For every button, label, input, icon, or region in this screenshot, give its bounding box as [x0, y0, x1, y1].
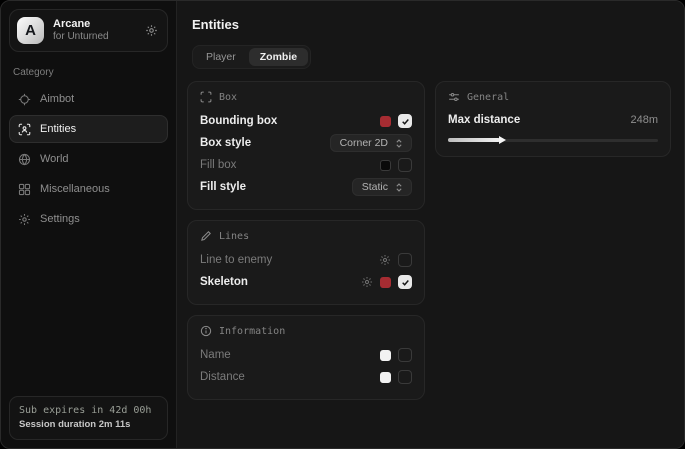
setting-row: Name: [200, 344, 412, 366]
globe-icon: [18, 153, 31, 166]
sidebar-item-aimbot[interactable]: Aimbot: [9, 85, 168, 113]
section-title: General: [467, 92, 509, 103]
sidebar-item-label: Miscellaneous: [40, 183, 110, 195]
sliders-icon: [448, 91, 460, 103]
checkbox-unchecked[interactable]: [398, 370, 412, 384]
setting-row: Skeleton: [200, 271, 412, 293]
setting-label: Fill box: [200, 159, 236, 171]
box-style-dropdown[interactable]: Corner 2D: [330, 134, 412, 152]
entity-type-tabs: Player Zombie: [192, 45, 311, 69]
brand-name: Arcane: [53, 18, 136, 31]
dropdown-value: Corner 2D: [340, 137, 388, 149]
gear-icon[interactable]: [379, 254, 391, 266]
max-distance-slider[interactable]: [448, 135, 658, 145]
color-swatch[interactable]: [380, 277, 391, 288]
section-title: Information: [219, 326, 285, 337]
general-section: General Max distance 248m: [435, 81, 671, 157]
sidebar-item-label: Entities: [40, 123, 76, 135]
setting-label: Name: [200, 349, 231, 361]
information-section: Information Name Distance: [187, 315, 425, 400]
brand-logo: A: [17, 17, 44, 44]
app-window: A Arcane for Unturned Category A: [0, 0, 685, 449]
checkbox-checked[interactable]: [398, 275, 412, 289]
gear-icon[interactable]: [145, 24, 158, 37]
setting-label: Skeleton: [200, 276, 248, 288]
grid-icon: [18, 183, 31, 196]
gear-icon: [18, 213, 31, 226]
section-title: Lines: [219, 231, 249, 242]
fill-style-dropdown[interactable]: Static: [352, 178, 412, 196]
sidebar: A Arcane for Unturned Category A: [1, 1, 177, 448]
sidebar-item-settings[interactable]: Settings: [9, 205, 168, 233]
slider-value: 248m: [630, 114, 658, 126]
checkbox-unchecked[interactable]: [398, 158, 412, 172]
category-label: Category: [13, 67, 164, 78]
setting-row: Line to enemy: [200, 249, 412, 271]
sidebar-item-label: World: [40, 153, 69, 165]
tab-player[interactable]: Player: [195, 48, 247, 66]
setting-label: Line to enemy: [200, 254, 272, 266]
sidebar-item-world[interactable]: World: [9, 145, 168, 173]
subscription-expiry: Sub expires in 42d 00h: [19, 404, 158, 419]
slider-handle[interactable]: [499, 136, 506, 144]
checkbox-checked[interactable]: [398, 114, 412, 128]
subscription-card: Sub expires in 42d 00h Session duration …: [9, 396, 168, 440]
brand-card: A Arcane for Unturned: [9, 9, 168, 52]
main-panel: Entities Player Zombie Box: [177, 1, 684, 448]
gear-icon[interactable]: [361, 276, 373, 288]
slider-fill: [448, 138, 500, 142]
color-swatch[interactable]: [380, 160, 391, 171]
tab-zombie[interactable]: Zombie: [249, 48, 308, 66]
brand-subtitle: for Unturned: [53, 31, 136, 43]
box-section: Box Bounding box: [187, 81, 425, 210]
crosshair-icon: [18, 93, 31, 106]
chevrons-up-down-icon: [394, 182, 404, 193]
box-scan-icon: [200, 91, 212, 103]
setting-row: Bounding box: [200, 110, 412, 132]
setting-label: Box style: [200, 137, 251, 149]
setting-row: Distance: [200, 366, 412, 388]
chevrons-up-down-icon: [394, 138, 404, 149]
color-swatch[interactable]: [380, 350, 391, 361]
setting-label: Distance: [200, 371, 245, 383]
setting-label: Bounding box: [200, 115, 277, 127]
session-duration: Session duration 2m 11s: [19, 418, 158, 432]
checkbox-unchecked[interactable]: [398, 253, 412, 267]
dropdown-value: Static: [362, 181, 388, 193]
sidebar-item-miscellaneous[interactable]: Miscellaneous: [9, 175, 168, 203]
lines-section: Lines Line to enemy: [187, 220, 425, 305]
sidebar-item-label: Aimbot: [40, 93, 74, 105]
page-title: Entities: [192, 17, 671, 32]
setting-row: Box style Corner 2D: [200, 132, 412, 154]
color-swatch[interactable]: [380, 372, 391, 383]
setting-row: Fill box: [200, 154, 412, 176]
checkbox-unchecked[interactable]: [398, 348, 412, 362]
color-swatch[interactable]: [380, 116, 391, 127]
entity-scan-icon: [18, 123, 31, 136]
pencil-icon: [200, 230, 212, 242]
section-title: Box: [219, 92, 237, 103]
sidebar-item-entities[interactable]: Entities: [9, 115, 168, 143]
sidebar-item-label: Settings: [40, 213, 80, 225]
sidebar-nav: Aimbot Entities World: [9, 85, 168, 233]
setting-label: Max distance: [448, 114, 520, 126]
setting-label: Fill style: [200, 181, 246, 193]
setting-row: Fill style Static: [200, 176, 412, 198]
info-icon: [200, 325, 212, 337]
